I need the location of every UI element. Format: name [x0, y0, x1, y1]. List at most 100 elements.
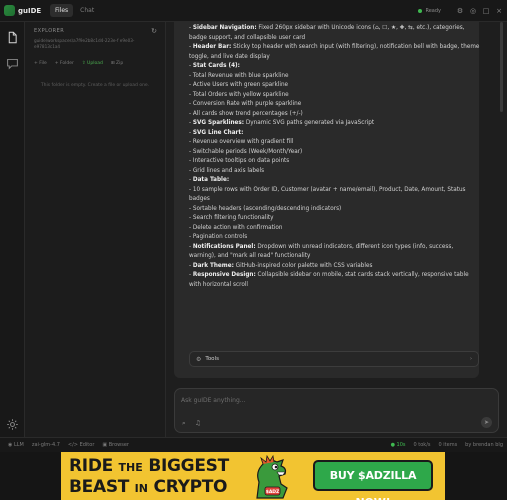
chevron-right-icon: › [470, 356, 472, 362]
message-line-label: SVG Sparklines: [192, 120, 245, 126]
credit-text: by brendan blg [465, 442, 503, 448]
ad-banner[interactable]: RIDE THE BIGGEST BEAST IN CRYPTO $ADZ BU… [61, 452, 445, 500]
dinosaur-mascot-icon: $ADZ [256, 454, 288, 499]
tools-label: Tools [205, 356, 219, 362]
gear-icon[interactable] [6, 416, 19, 430]
attach-icon[interactable]: ⌕ [182, 419, 186, 428]
tab-chat[interactable]: Chat [75, 4, 99, 17]
browser-label: Browser [108, 442, 129, 448]
chat-icon[interactable] [6, 55, 19, 70]
message-line-text: - Switchable periods (Week/Month/Year) [189, 148, 303, 155]
model-name[interactable]: zai-glm-4.7 [32, 442, 60, 448]
app-logo: guIDE [4, 5, 50, 16]
refresh-icon[interactable]: ↻ [151, 27, 157, 35]
message-line: - Total Revenue with blue sparkline [189, 72, 481, 82]
ad-word-in: IN [134, 482, 148, 495]
tab-files[interactable]: Files [50, 4, 74, 17]
top-bar: guIDE Files Chat Ready ⚙ ◎ □ × [0, 0, 507, 22]
ad-word-beast: BEAST [69, 477, 130, 497]
message-line: - SVG Sparklines: Dynamic SVG paths gene… [189, 119, 481, 129]
ad-word-ride: RIDE [69, 456, 113, 476]
message-line: - Sortable headers (ascending/descending… [189, 205, 481, 215]
message-line-label: Notifications Panel: [192, 243, 256, 250]
ad-word-biggest: BIGGEST [148, 456, 229, 476]
message-line: - SVG Line Chart: [189, 129, 481, 139]
message-line-text: - 10 sample rows with Order ID, Customer… [189, 186, 466, 203]
app-window: guIDE Files Chat Ready ⚙ ◎ □ × EXPLORER … [0, 0, 507, 452]
message-line: - Data Table: [189, 176, 481, 186]
zip-button[interactable]: ⊞ Zip [111, 61, 123, 66]
upload-button[interactable]: ⇧ Upload [82, 61, 103, 66]
workspace-path: guide\workspaces\a7f9e2b8c1d4-223e-f e9e… [34, 38, 135, 49]
mic-icon[interactable]: ♫ [195, 419, 201, 427]
buy-adzilla-button[interactable]: BUY $ADZILLA NOW! [313, 460, 433, 500]
message-line-text: - Delete action with confirmation [189, 224, 283, 231]
ad-word-crypto: CRYPTO [153, 477, 228, 497]
new-file-button[interactable]: + File [34, 61, 47, 66]
ad-headline: RIDE THE BIGGEST BEAST IN CRYPTO [69, 456, 229, 498]
chat-scrollbar[interactable] [500, 22, 503, 112]
new-folder-button[interactable]: + Folder [55, 61, 74, 66]
message-line-text: Dynamic SVG paths generated via JavaScri… [244, 120, 375, 126]
send-button[interactable]: ➤ [481, 417, 492, 428]
files-icon[interactable] [6, 29, 19, 44]
ad-word-the: THE [118, 461, 143, 474]
ad-line-2: BEAST IN CRYPTO [69, 477, 229, 498]
close-icon[interactable]: × [495, 7, 503, 15]
ad-container: RIDE THE BIGGEST BEAST IN CRYPTO $ADZ BU… [0, 452, 507, 500]
message-content: - Sidebar Navigation: Fixed 260px sideba… [189, 24, 481, 290]
explorer-title: EXPLORER [34, 28, 65, 34]
status-right: ● 10s 0 tok/s 0 items by brendan blg [383, 442, 503, 448]
llm-label: LLM [13, 442, 24, 448]
message-line: - Stat Cards (4): [189, 62, 481, 72]
message-line-text: - Total Orders with yellow sparkline [189, 91, 289, 98]
globe-icon[interactable]: ◎ [469, 7, 477, 15]
message-line: - All cards show trend percentages (+/-) [189, 110, 481, 120]
app-name: guIDE [18, 6, 42, 15]
message-line: - Dark Theme: GitHub-inspired color pale… [189, 262, 481, 272]
tools-icon: ⚙ [196, 355, 202, 363]
message-line: - Active Users with green sparkline [189, 81, 481, 91]
timer-label: 10s [396, 442, 406, 448]
empty-folder-message: This folder is empty. Create a file or u… [40, 83, 150, 88]
message-line-label: Stat Cards (4): [192, 63, 240, 69]
tools-toggle[interactable]: ⚙ Tools › [189, 351, 479, 367]
message-line: - Responsive Design: Collapsible sidebar… [189, 271, 481, 290]
message-line-text: - Interactive tooltips on data points [189, 158, 290, 164]
zip-label: Zip [116, 61, 124, 66]
logo-icon [4, 5, 15, 16]
items-count: 0 items [438, 442, 458, 448]
message-line: - Switchable periods (Week/Month/Year) [189, 148, 481, 158]
message-line: - Interactive tooltips on data points [189, 157, 481, 167]
message-line-label: Responsive Design: [192, 272, 256, 278]
message-line: - Conversion Rate with purple sparkline [189, 100, 481, 110]
message-line: - Grid lines and axis labels [189, 167, 481, 177]
mascot-label: $ADZ [266, 489, 280, 495]
llm-status[interactable]: ◉ LLM [8, 442, 24, 448]
window-icon[interactable]: □ [482, 7, 490, 15]
message-line-text: - Search filtering functionality [189, 215, 274, 221]
message-line: - Sidebar Navigation: Fixed 260px sideba… [189, 24, 481, 43]
browser-toggle[interactable]: ▣ Browser [102, 442, 129, 448]
message-line-label: SVG Line Chart: [192, 129, 244, 136]
timer-status: ● 10s [391, 442, 406, 448]
message-line-text: Sticky top header with search input (wit… [189, 44, 480, 60]
message-line: - Delete action with confirmation [189, 224, 481, 234]
message-line-text: - Conversion Rate with purple sparkline [189, 101, 302, 107]
status-ready: Ready [425, 7, 441, 14]
editor-toggle[interactable]: </> Editor [68, 442, 94, 448]
message-line: - 10 sample rows with Order ID, Customer… [189, 186, 481, 205]
message-line-text: GitHub-inspired color palette with CSS v… [233, 262, 373, 269]
explorer-header: EXPLORER ↻ [25, 22, 165, 35]
message-line: - Notifications Panel: Dropdown with unr… [189, 243, 481, 262]
settings-icon[interactable]: ⚙ [456, 7, 464, 15]
chat-input[interactable] [181, 394, 481, 406]
message-line-text: - All cards show trend percentages (+/-) [189, 110, 303, 117]
message-line: - Revenue overview with gradient fill [189, 138, 481, 148]
token-rate: 0 tok/s [413, 442, 431, 448]
message-line-text: - Grid lines and axis labels [189, 167, 265, 174]
message-line: - Header Bar: Sticky top header with sea… [189, 43, 481, 62]
explorer-actions: + File + Folder ⇧ Upload ⊞ Zip [25, 50, 165, 66]
explorer-panel: EXPLORER ↻ guide\workspaces\a7f9e2b8c1d4… [25, 22, 166, 437]
activity-bar [0, 22, 25, 437]
